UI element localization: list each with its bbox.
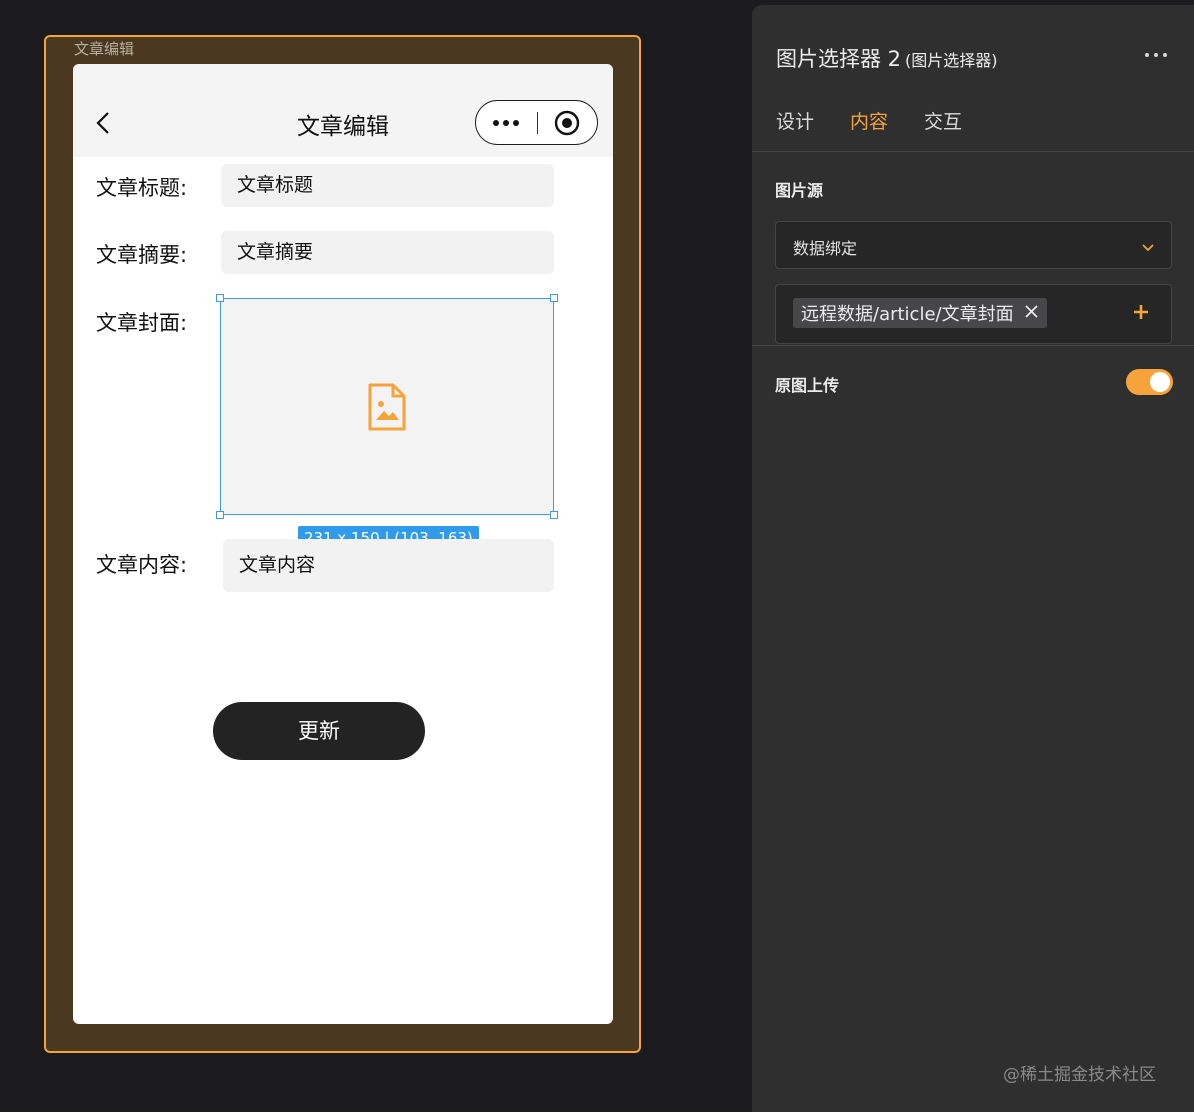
binding-tag-text: 远程数据/article/文章封面 [801, 304, 1014, 325]
panel-title: 图片选择器 2 (图片选择器) [776, 43, 998, 73]
content-label: 文章内容: [96, 553, 188, 577]
panel-tabs: 设计 内容 交互 [776, 107, 962, 134]
phone-preview: 文章编辑 文章标题: 文章标题 文章摘要: 文章摘要 文章封面: 231 x 1… [73, 64, 613, 1024]
image-source-label: 图片源 [775, 181, 824, 200]
image-file-icon [220, 298, 554, 515]
add-binding-icon[interactable] [1132, 303, 1150, 325]
canvas-page-label: 文章编辑 [74, 40, 135, 58]
toggle-knob [1150, 372, 1170, 392]
close-icon[interactable] [1024, 304, 1039, 323]
binding-tag: 远程数据/article/文章封面 [793, 298, 1047, 328]
property-panel: 图片选择器 2 (图片选择器) 设计 内容 交互 图片源 数据绑定 远程数据/ar… [752, 5, 1194, 1112]
tab-design[interactable]: 设计 [776, 107, 814, 134]
title-label: 文章标题: [96, 176, 188, 200]
update-button[interactable]: 更新 [213, 702, 425, 760]
binding-mode-value: 数据绑定 [793, 239, 858, 258]
more-icon[interactable] [476, 119, 537, 126]
nav-bar: 文章编辑 [73, 64, 613, 157]
binding-field: 远程数据/article/文章封面 [775, 284, 1172, 344]
component-type: (图片选择器) [905, 51, 998, 70]
binding-mode-select[interactable]: 数据绑定 [775, 221, 1172, 269]
chevron-down-icon [1141, 238, 1155, 257]
tab-content[interactable]: 内容 [850, 107, 888, 134]
content-input[interactable]: 文章内容 [223, 539, 554, 592]
summary-label: 文章摘要: [96, 243, 188, 267]
more-options-icon[interactable] [1145, 53, 1167, 57]
original-upload-toggle[interactable] [1126, 369, 1173, 395]
original-upload-label: 原图上传 [775, 376, 840, 395]
tab-interaction[interactable]: 交互 [924, 107, 962, 134]
mini-program-capsule [475, 100, 598, 145]
section-divider [752, 345, 1194, 346]
close-target-icon[interactable] [537, 110, 597, 136]
component-name: 图片选择器 2 [776, 47, 902, 71]
title-input[interactable]: 文章标题 [221, 164, 554, 207]
cover-label: 文章封面: [96, 311, 188, 335]
tabs-divider [752, 151, 1194, 152]
summary-input[interactable]: 文章摘要 [221, 231, 554, 274]
watermark: @稀土掘金技术社区 [1003, 1065, 1156, 1085]
